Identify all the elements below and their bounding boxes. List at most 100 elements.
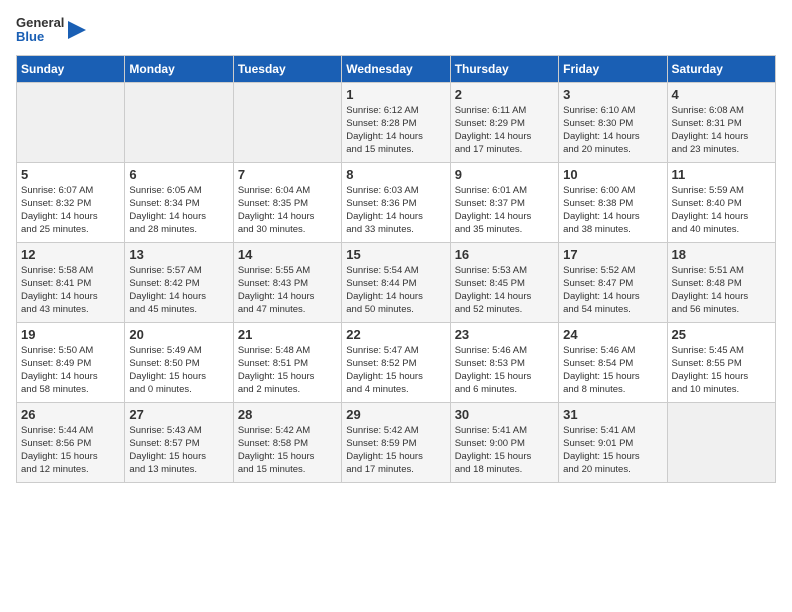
- daylight-label: Daylight: 14 hours: [346, 131, 423, 142]
- week-row-2: 5Sunrise: 6:07 AMSunset: 8:32 PMDaylight…: [17, 162, 776, 242]
- day-number: 9: [455, 167, 554, 182]
- calendar-cell: 27Sunrise: 5:43 AMSunset: 8:57 PMDayligh…: [125, 402, 233, 482]
- sunset: Sunset: 8:58 PM: [238, 438, 308, 449]
- sunset: Sunset: 8:34 PM: [129, 198, 199, 209]
- calendar-cell: 29Sunrise: 5:42 AMSunset: 8:59 PMDayligh…: [342, 402, 450, 482]
- daylight-minutes: and 17 minutes.: [346, 464, 414, 475]
- calendar-cell: 8Sunrise: 6:03 AMSunset: 8:36 PMDaylight…: [342, 162, 450, 242]
- daylight-minutes: and 6 minutes.: [455, 384, 517, 395]
- calendar-cell: 26 Sunrise: 5:44 AMSunset: 8:56 PMDayligh…: [17, 402, 125, 482]
- daylight-label: Daylight: 14 hours: [455, 291, 532, 302]
- daylight-label: Daylight: 14 hours: [238, 291, 315, 302]
- sunset: Sunset: 9:00 PM: [455, 438, 525, 449]
- daylight-minutes: and 58 minutes.: [21, 384, 89, 395]
- sunrise: Sunrise: 5:46 AM: [455, 345, 527, 356]
- daylight-minutes: and 52 minutes.: [455, 304, 523, 315]
- sunrise: Sunrise: 6:10 AM: [563, 105, 635, 116]
- daylight-label: Daylight: 14 hours: [563, 131, 640, 142]
- daylight-minutes: and 20 minutes.: [563, 464, 631, 475]
- sunset: Sunset: 8:43 PM: [238, 278, 308, 289]
- day-number: 22: [346, 327, 445, 342]
- day-number: 24: [563, 327, 662, 342]
- sunset: Sunset: 8:35 PM: [238, 198, 308, 209]
- calendar-cell: 11Sunrise: 5:59 AMSunset: 8:40 PMDayligh…: [667, 162, 775, 242]
- sunrise: Sunrise: 5:44 AM: [21, 425, 93, 436]
- daylight-label: Daylight: 15 hours: [21, 451, 98, 462]
- sunrise: Sunrise: 6:04 AM: [238, 185, 310, 196]
- day-number: 10: [563, 167, 662, 182]
- sunset: Sunset: 8:36 PM: [346, 198, 416, 209]
- daylight-label: Daylight: 14 hours: [346, 211, 423, 222]
- calendar-cell: 1Sunrise: 6:12 AMSunset: 8:28 PMDaylight…: [342, 82, 450, 162]
- daylight-label: Daylight: 15 hours: [238, 451, 315, 462]
- sunrise: Sunrise: 6:11 AM: [455, 105, 527, 116]
- sunrise: Sunrise: 5:51 AM: [672, 265, 744, 276]
- day-number: 20: [129, 327, 228, 342]
- cell-content: Sunrise: 5:55 AMSunset: 8:43 PMDaylight:…: [238, 264, 337, 317]
- sunset: Sunset: 8:32 PM: [21, 198, 91, 209]
- daylight-label: Daylight: 15 hours: [455, 371, 532, 382]
- day-number: 3: [563, 87, 662, 102]
- day-header-wednesday: Wednesday: [342, 55, 450, 82]
- week-row-3: 12 Sunrise: 5:58 AMSunset: 8:41 PMDayligh…: [17, 242, 776, 322]
- day-number: 23: [455, 327, 554, 342]
- daylight-minutes: and 38 minutes.: [563, 224, 631, 235]
- calendar-cell: [667, 402, 775, 482]
- daylight-label: Daylight: 15 hours: [238, 371, 315, 382]
- day-number: 13: [129, 247, 228, 262]
- day-number: 7: [238, 167, 337, 182]
- daylight-minutes: and 43 minutes.: [21, 304, 89, 315]
- calendar-cell: 30Sunrise: 5:41 AMSunset: 9:00 PMDayligh…: [450, 402, 558, 482]
- cell-content: Sunrise: 6:10 AMSunset: 8:30 PMDaylight:…: [563, 104, 662, 157]
- cell-content: Sunrise: 5:52 AMSunset: 8:47 PMDaylight:…: [563, 264, 662, 317]
- daylight-minutes: and 23 minutes.: [672, 144, 740, 155]
- day-header-friday: Friday: [559, 55, 667, 82]
- day-number: 31: [563, 407, 662, 422]
- sunset: Sunset: 8:45 PM: [455, 278, 525, 289]
- cell-content: Sunrise: 6:01 AMSunset: 8:37 PMDaylight:…: [455, 184, 554, 237]
- daylight-minutes: and 33 minutes.: [346, 224, 414, 235]
- sunrise: Sunrise: 6:05 AM: [129, 185, 201, 196]
- calendar-cell: 28Sunrise: 5:42 AMSunset: 8:58 PMDayligh…: [233, 402, 341, 482]
- day-number: 1: [346, 87, 445, 102]
- sunset: Sunset: 8:44 PM: [346, 278, 416, 289]
- week-row-4: 19Sunrise: 5:50 AMSunset: 8:49 PMDayligh…: [17, 322, 776, 402]
- calendar-cell: 6Sunrise: 6:05 AMSunset: 8:34 PMDaylight…: [125, 162, 233, 242]
- calendar-cell: 12 Sunrise: 5:58 AMSunset: 8:41 PMDayligh…: [17, 242, 125, 322]
- sunset: Sunset: 8:52 PM: [346, 358, 416, 369]
- day-number: 25: [672, 327, 771, 342]
- day-number: 26: [21, 407, 120, 422]
- sunrise: Sunrise: 6:01 AM: [455, 185, 527, 196]
- sunrise: Sunrise: 5:49 AM: [129, 345, 201, 356]
- sunset: Sunset: 8:53 PM: [455, 358, 525, 369]
- sunrise: Sunrise: 5:54 AM: [346, 265, 418, 276]
- daylight-label: Daylight: 15 hours: [346, 451, 423, 462]
- sunrise: Sunrise: 6:00 AM: [563, 185, 635, 196]
- day-number: 12: [21, 247, 120, 262]
- sunrise: Sunrise: 5:41 AM: [563, 425, 635, 436]
- calendar-cell: 21Sunrise: 5:48 AMSunset: 8:51 PMDayligh…: [233, 322, 341, 402]
- sunrise: Sunrise: 6:12 AM: [346, 105, 418, 116]
- sunrise: Sunrise: 5:57 AM: [129, 265, 201, 276]
- sunset: Sunset: 8:31 PM: [672, 118, 742, 129]
- daylight-minutes: and 10 minutes.: [672, 384, 740, 395]
- sunset: Sunset: 8:54 PM: [563, 358, 633, 369]
- daylight-label: Daylight: 14 hours: [563, 291, 640, 302]
- calendar-cell: [17, 82, 125, 162]
- cell-content: Sunrise: 5:58 AMSunset: 8:41 PMDaylight:…: [21, 264, 120, 317]
- sunrise: Sunrise: 5:43 AM: [129, 425, 201, 436]
- daylight-minutes: and 8 minutes.: [563, 384, 625, 395]
- calendar-cell: 31Sunrise: 5:41 AMSunset: 9:01 PMDayligh…: [559, 402, 667, 482]
- cell-content: Sunrise: 5:49 AMSunset: 8:50 PMDaylight:…: [129, 344, 228, 397]
- day-number: 2: [455, 87, 554, 102]
- cell-content: Sunrise: 5:44 AMSunset: 8:56 PMDaylight:…: [21, 424, 120, 477]
- sunset: Sunset: 8:55 PM: [672, 358, 742, 369]
- daylight-minutes: and 35 minutes.: [455, 224, 523, 235]
- day-number: 15: [346, 247, 445, 262]
- calendar-cell: 20 Sunrise: 5:49 AMSunset: 8:50 PMDayligh…: [125, 322, 233, 402]
- daylight-label: Daylight: 14 hours: [455, 131, 532, 142]
- cell-content: Sunrise: 6:00 AMSunset: 8:38 PMDaylight:…: [563, 184, 662, 237]
- cell-content: Sunrise: 5:45 AMSunset: 8:55 PMDaylight:…: [672, 344, 771, 397]
- cell-content: Sunrise: 6:08 AMSunset: 8:31 PMDaylight:…: [672, 104, 771, 157]
- daylight-label: Daylight: 15 hours: [672, 371, 749, 382]
